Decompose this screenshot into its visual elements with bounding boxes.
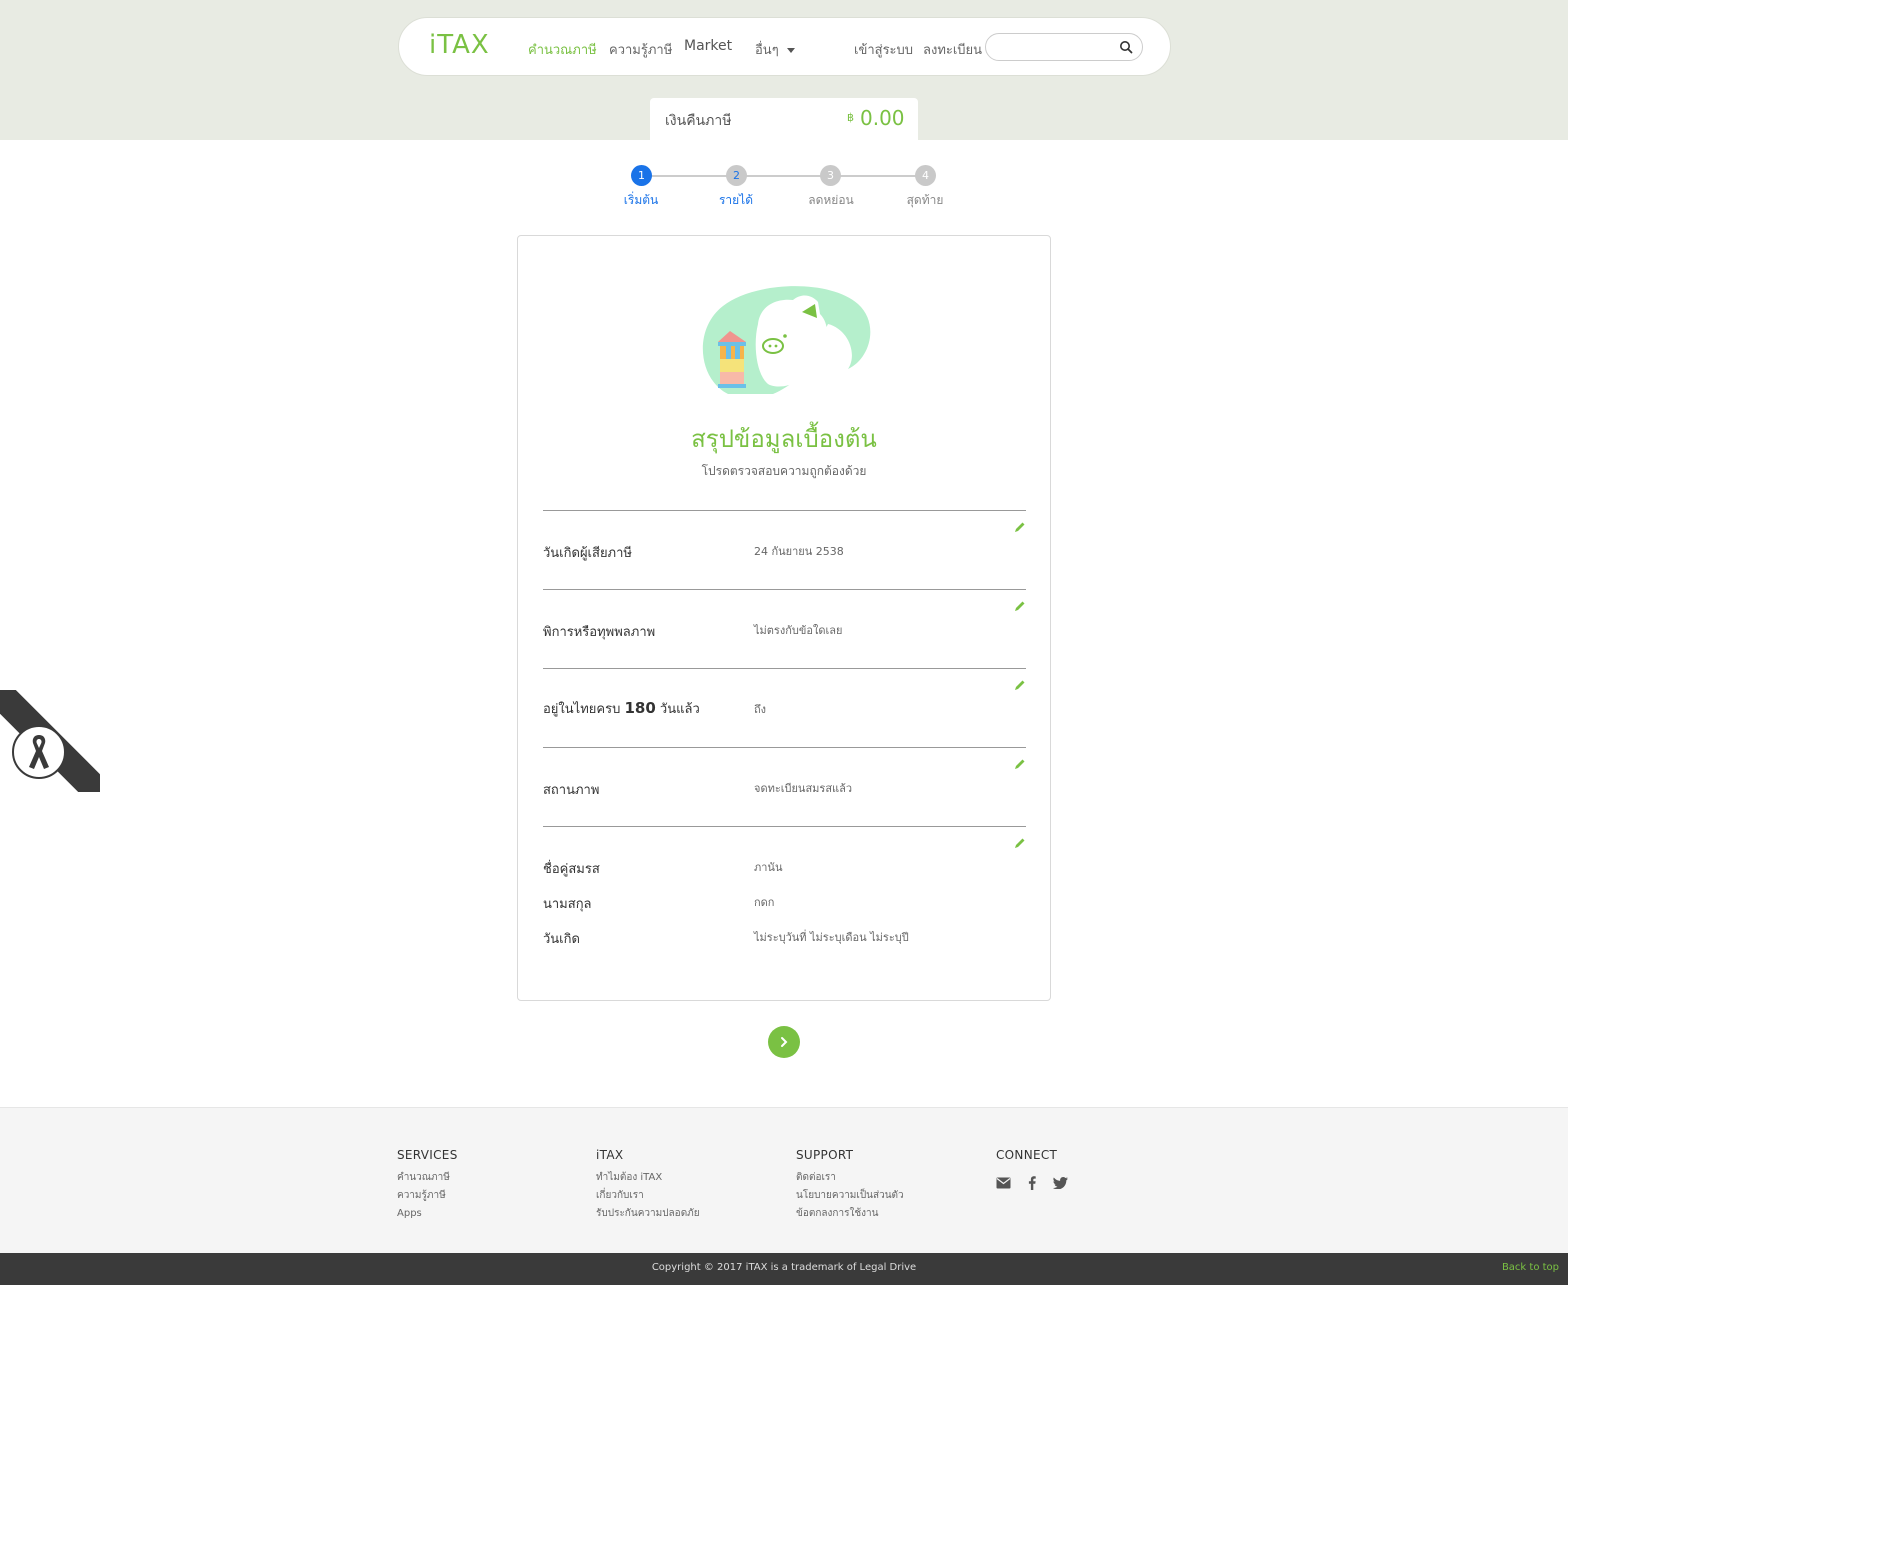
step-1-indicator[interactable]: 1 [631, 165, 652, 186]
footer-link-terms[interactable]: ข้อตกลงการใช้งาน [796, 1205, 904, 1223]
footer-itax-title: iTAX [596, 1148, 624, 1162]
login-link[interactable]: เข้าสู่ระบบ [854, 39, 913, 60]
row-label-post: วันแล้ว [659, 702, 700, 717]
chevron-right-icon [781, 1037, 788, 1047]
summary-subtitle: โปรดตรวจสอบความถูกต้องด้วย [701, 464, 867, 478]
footer-link-calculate-tax[interactable]: คำนวณภาษี [397, 1169, 458, 1187]
caret-down-icon [786, 48, 795, 53]
copyright-bar: Copyright © 2017 iTAX is a trademark of … [0, 1253, 1568, 1285]
refund-label: เงินคืนภาษี [665, 113, 732, 129]
next-step-button[interactable] [768, 1026, 800, 1058]
step-4-indicator: 4 [915, 165, 936, 186]
step-3-label: ลดหย่อน [808, 193, 854, 207]
register-link[interactable]: ลงทะเบียน [923, 39, 982, 60]
row-value: 24 กันยายน 2538 [754, 545, 844, 558]
row-label-pre: อยู่ในไทยครบ [543, 702, 621, 717]
footer-link-why-itax[interactable]: ทำไมต้อง iTAX [596, 1169, 700, 1187]
summary-row-marital-status: สถานภาพ จดทะเบียนสมรสแล้ว [543, 747, 1026, 826]
refund-summary: เงินคืนภาษี ฿ 0.00 [650, 98, 918, 140]
footer-services: SERVICES คำนวณภาษี ความรู้ภาษี Apps [397, 1148, 458, 1223]
navbar: iTAX คำนวณภาษี ความรู้ภาษี Market อื่นๆ … [398, 17, 1171, 76]
footer-link-security[interactable]: รับประกันความปลอดภัย [596, 1205, 700, 1223]
row-label: สถานภาพ [543, 783, 600, 798]
summary-row-disability: พิการหรือทุพพลภาพ ไม่ตรงกับข้อใดเลย [543, 589, 1026, 668]
row-value: จดทะเบียนสมรสแล้ว [754, 782, 853, 795]
summary-title: สรุปข้อมูลเบื้องต้น [691, 425, 877, 453]
footer-services-title: SERVICES [397, 1148, 458, 1162]
back-to-top-link[interactable]: Back to top [1502, 1262, 1559, 1273]
logo[interactable]: iTAX [429, 30, 490, 60]
row-label: อยู่ในไทยครบ 180 วันแล้ว [543, 698, 700, 719]
step-1-label[interactable]: เริ่มต้น [601, 191, 681, 210]
pencil-icon[interactable] [1014, 758, 1026, 770]
step-4-label: สุดท้าย [906, 193, 944, 207]
summary-row-dob: วันเกิดผู้เสียภาษี 24 กันยายน 2538 [543, 510, 1026, 589]
footer-connect: CONNECT [996, 1148, 1080, 1190]
pencil-icon[interactable] [1014, 837, 1026, 849]
pencil-icon[interactable] [1014, 600, 1026, 612]
footer-link-contact[interactable]: ติดต่อเรา [796, 1169, 904, 1187]
spouse-name-label: ชื่อคู่สมรส [543, 862, 600, 877]
footer-connect-title: CONNECT [996, 1148, 1058, 1162]
summary-card: สรุปข้อมูลเบื้องต้น โปรดตรวจสอบความถูกต้… [517, 235, 1051, 1001]
spouse-surname-value: กดก [754, 896, 775, 909]
nav-more-label: อื่นๆ [755, 43, 779, 58]
nav-calculate-tax[interactable]: คำนวณภาษี [528, 39, 597, 60]
stepper-track [642, 175, 926, 177]
step-3-indicator: 3 [820, 165, 841, 186]
nav-tax-knowledge[interactable]: ความรู้ภาษี [609, 39, 672, 60]
row-label: พิการหรือทุพพลภาพ [543, 625, 656, 640]
step-2-indicator[interactable]: 2 [726, 165, 747, 186]
spouse-surname-label: นามสกุล [543, 897, 592, 912]
step-2-label[interactable]: รายได้ [696, 191, 776, 210]
footer-link-about-us[interactable]: เกี่ยวกับเรา [596, 1187, 700, 1205]
footer-support: SUPPORT ติดต่อเรา นโยบายความเป็นส่วนตัว … [796, 1148, 904, 1223]
black-ribbon-icon [29, 735, 49, 769]
copyright-text: Copyright © 2017 iTAX is a trademark of … [651, 1262, 917, 1273]
spouse-name-value: ภานัน [754, 861, 783, 874]
spouse-dob-label: วันเกิด [543, 932, 580, 947]
row-label: วันเกิดผู้เสียภาษี [543, 546, 632, 561]
summary-row-spouse: ชื่อคู่สมรส ภานัน นามสกุล กดก วันเกิด ไม… [543, 826, 1026, 976]
search-input[interactable] [985, 33, 1143, 61]
black-ribbon-badge [12, 725, 66, 779]
mourning-ribbon [0, 690, 100, 792]
facebook-icon[interactable] [1028, 1175, 1036, 1190]
row-label-days: 180 [624, 699, 656, 717]
footer-support-title: SUPPORT [796, 1148, 854, 1162]
footer-link-apps[interactable]: Apps [397, 1205, 458, 1223]
spouse-dob-value: ไม่ระบุวันที่ ไม่ระบุเดือน ไม่ระบุปี [754, 931, 909, 944]
footer-link-privacy[interactable]: นโยบายความเป็นส่วนตัว [796, 1187, 904, 1205]
pencil-icon[interactable] [1014, 521, 1026, 533]
refund-value: 0.00 [860, 106, 905, 130]
row-value: ถึง [754, 703, 767, 716]
nav-more-dropdown[interactable]: อื่นๆ [755, 39, 795, 60]
footer-itax: iTAX ทำไมต้อง iTAX เกี่ยวกับเรา รับประกั… [596, 1148, 700, 1223]
footer: SERVICES คำนวณภาษี ความรู้ภาษี Apps iTAX… [0, 1107, 1568, 1253]
row-value: ไม่ตรงกับข้อใดเลย [754, 624, 843, 637]
pencil-icon[interactable] [1014, 679, 1026, 691]
nav-market[interactable]: Market [684, 38, 732, 54]
search-icon[interactable] [1119, 40, 1133, 54]
baht-symbol: ฿ [847, 111, 854, 124]
piggy-bank-illustration [702, 286, 871, 394]
summary-row-residency: อยู่ในไทยครบ 180 วันแล้ว ถึง [543, 668, 1026, 747]
twitter-icon[interactable] [1053, 1176, 1069, 1189]
footer-link-tax-knowledge[interactable]: ความรู้ภาษี [397, 1187, 458, 1205]
envelope-icon[interactable] [996, 1177, 1011, 1189]
